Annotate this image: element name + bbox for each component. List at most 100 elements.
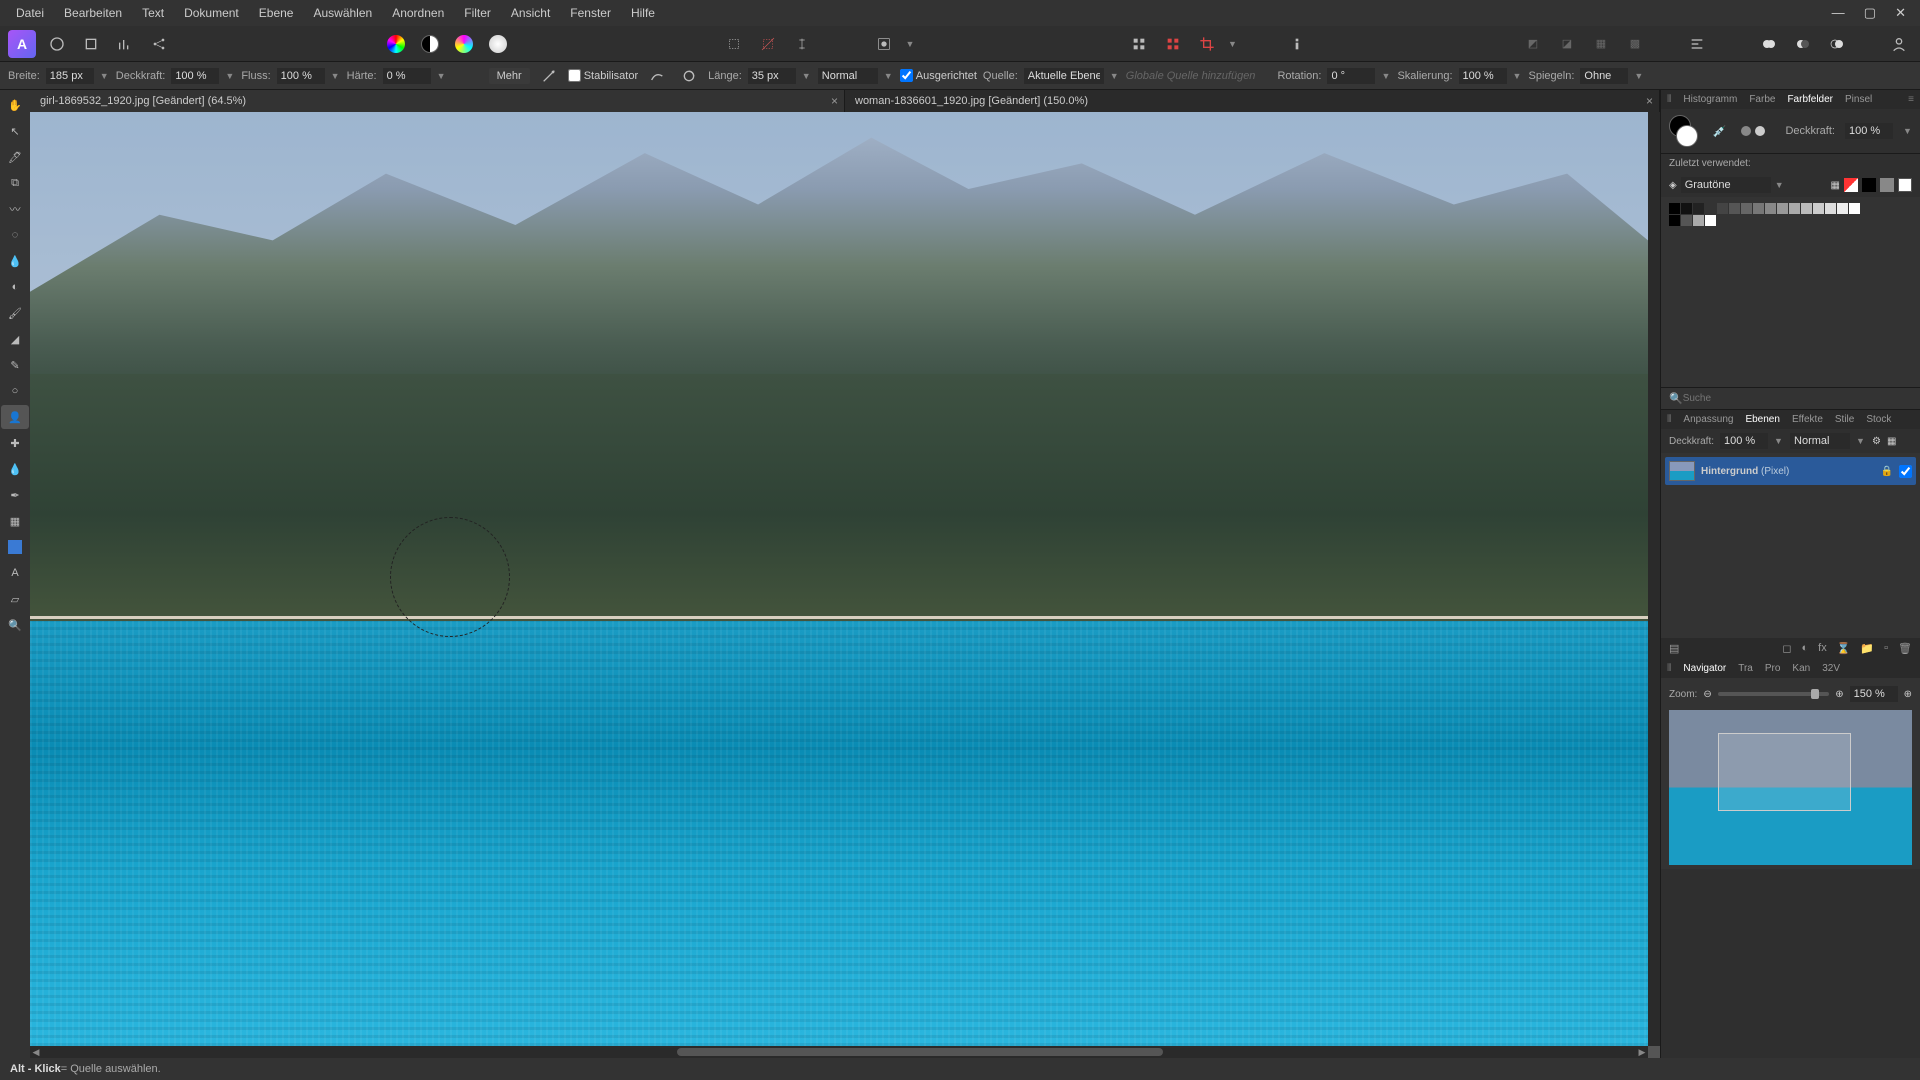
- palette-select[interactable]: [1681, 177, 1771, 193]
- canvas-viewport[interactable]: ◀ ▶: [30, 112, 1660, 1058]
- blur-tool-icon[interactable]: 💧: [1, 457, 29, 481]
- eyedropper-icon[interactable]: 💉: [1708, 118, 1732, 144]
- scroll-left-icon[interactable]: ◀: [30, 1046, 42, 1058]
- width-input[interactable]: [46, 68, 94, 84]
- fx-icon[interactable]: fx: [1818, 642, 1827, 655]
- crop-icon[interactable]: [1194, 31, 1220, 57]
- panel-opacity-input[interactable]: [1845, 123, 1893, 139]
- tab-anpassung[interactable]: Anpassung: [1681, 412, 1735, 427]
- adjustment-icon[interactable]: ◐: [1802, 642, 1809, 655]
- panel-opacity-dropdown[interactable]: ▼: [1903, 126, 1912, 136]
- layer-blend-select[interactable]: [1790, 433, 1850, 449]
- palette-type-icon[interactable]: ◈: [1669, 180, 1677, 191]
- tab-pinsel[interactable]: Pinsel: [1843, 92, 1874, 107]
- rotation-input[interactable]: [1327, 68, 1375, 84]
- persona-photo-icon[interactable]: [44, 31, 70, 57]
- bool-subtract-icon[interactable]: [1790, 31, 1816, 57]
- palette-dropdown[interactable]: ▼: [1775, 180, 1785, 190]
- scale-input[interactable]: [1459, 68, 1507, 84]
- menu-text[interactable]: Text: [132, 6, 174, 20]
- layer-visibility-checkbox[interactable]: [1899, 465, 1912, 478]
- tab-histogramm[interactable]: Histogramm: [1681, 92, 1739, 107]
- menu-anordnen[interactable]: Anordnen: [382, 6, 454, 20]
- menu-auswaehlen[interactable]: Auswählen: [303, 6, 382, 20]
- bool-add-icon[interactable]: [1756, 31, 1782, 57]
- bw-adjust-icon[interactable]: [417, 31, 443, 57]
- scroll-thumb[interactable]: [677, 1048, 1162, 1056]
- width-dropdown[interactable]: ▼: [100, 71, 110, 81]
- blend-mode-select[interactable]: [818, 68, 878, 84]
- scale-dropdown[interactable]: ▼: [1513, 71, 1523, 81]
- gradient-tool-icon[interactable]: ◐: [1, 275, 29, 299]
- zoom-extra-icon[interactable]: ⊕: [1904, 689, 1912, 700]
- layer-lock-icon[interactable]: ▦: [1887, 436, 1896, 447]
- tab-2-close-icon[interactable]: ×: [1646, 94, 1653, 108]
- swatch-view-icon[interactable]: ▦: [1831, 180, 1840, 191]
- length-input[interactable]: [748, 68, 796, 84]
- gray-swatch-icon[interactable]: [1880, 178, 1894, 192]
- tab-stile[interactable]: Stile: [1833, 412, 1856, 427]
- delete-layer-icon[interactable]: 🗑: [1898, 642, 1912, 655]
- heal-tool-icon[interactable]: ✚: [1, 431, 29, 455]
- tab-tra[interactable]: Tra: [1736, 661, 1755, 676]
- flow-dropdown[interactable]: ▼: [331, 71, 341, 81]
- info-icon[interactable]: [1284, 31, 1310, 57]
- panel-menu-icon[interactable]: ≡: [1906, 92, 1916, 107]
- align-icon[interactable]: [1684, 31, 1710, 57]
- marquee-tool-icon[interactable]: ◌: [1, 223, 29, 247]
- tab-navigator[interactable]: Navigator: [1681, 661, 1728, 676]
- layer-lock-indicator-icon[interactable]: 🔒: [1881, 466, 1893, 477]
- rope-mode-icon[interactable]: [644, 63, 670, 89]
- mirror-select[interactable]: [1580, 68, 1628, 84]
- tab-1-close-icon[interactable]: ×: [831, 94, 838, 108]
- mirror-dropdown[interactable]: ▼: [1634, 71, 1644, 81]
- app-logo-icon[interactable]: A: [8, 30, 36, 58]
- stabilizer-checkbox[interactable]: Stabilisator: [568, 69, 638, 82]
- mini-swatch-2[interactable]: [1755, 126, 1765, 136]
- crop-dropdown[interactable]: ▼: [1228, 31, 1238, 57]
- fg-bg-swatch[interactable]: [1669, 115, 1698, 147]
- horizontal-scrollbar[interactable]: ◀ ▶: [30, 1046, 1648, 1058]
- selection-cursor-icon[interactable]: [789, 31, 815, 57]
- layer-opacity-dropdown[interactable]: ▼: [1774, 436, 1784, 446]
- pressure-icon[interactable]: [536, 63, 562, 89]
- source-select[interactable]: [1024, 68, 1104, 84]
- more-button[interactable]: Mehr: [489, 68, 530, 84]
- navigator-preview[interactable]: [1669, 710, 1912, 865]
- tab-pro[interactable]: Pro: [1763, 661, 1783, 676]
- menu-ebene[interactable]: Ebene: [249, 6, 304, 20]
- zoom-input[interactable]: [1850, 686, 1898, 702]
- menu-datei[interactable]: Datei: [6, 6, 54, 20]
- selection-subtract-icon[interactable]: [755, 31, 781, 57]
- mask-icon[interactable]: ◻: [1782, 642, 1791, 655]
- mini-swatch-1[interactable]: [1741, 126, 1751, 136]
- persona-liquify-icon[interactable]: [78, 31, 104, 57]
- opacity-dropdown[interactable]: ▼: [225, 71, 235, 81]
- vertical-scrollbar[interactable]: [1648, 112, 1660, 1046]
- persona-export-icon[interactable]: [146, 31, 172, 57]
- account-icon[interactable]: [1886, 31, 1912, 57]
- layer-group-icon[interactable]: ▤: [1669, 642, 1679, 655]
- rotation-dropdown[interactable]: ▼: [1381, 71, 1391, 81]
- length-dropdown[interactable]: ▼: [802, 71, 812, 81]
- menu-bearbeiten[interactable]: Bearbeiten: [54, 6, 132, 20]
- layer-cog-icon[interactable]: ⚙: [1872, 436, 1881, 447]
- grid-red-icon[interactable]: [1160, 31, 1186, 57]
- quick-mask-icon[interactable]: [871, 31, 897, 57]
- tab-farbe[interactable]: Farbe: [1747, 92, 1777, 107]
- flow-input[interactable]: [277, 68, 325, 84]
- dodge-tool-icon[interactable]: ○: [1, 379, 29, 403]
- shape-tool-icon[interactable]: [1, 535, 29, 559]
- hardness-dropdown[interactable]: ▼: [437, 71, 447, 81]
- layer-row-background[interactable]: Hintergrund (Pixel) 🔒: [1665, 457, 1916, 485]
- crop-tool-icon[interactable]: ⧉: [1, 171, 29, 195]
- tab-stock[interactable]: Stock: [1864, 412, 1893, 427]
- zoom-slider[interactable]: [1718, 692, 1829, 696]
- tab-32v[interactable]: 32V: [1820, 661, 1842, 676]
- add-layer-folder-icon[interactable]: 📁: [1860, 642, 1874, 655]
- opacity-input[interactable]: [171, 68, 219, 84]
- grid-icon[interactable]: [1126, 31, 1152, 57]
- zoom-in-icon[interactable]: ⊕: [1835, 689, 1843, 700]
- add-layer-icon[interactable]: ▫: [1884, 642, 1888, 655]
- zoom-tool-icon[interactable]: 🔍: [1, 613, 29, 637]
